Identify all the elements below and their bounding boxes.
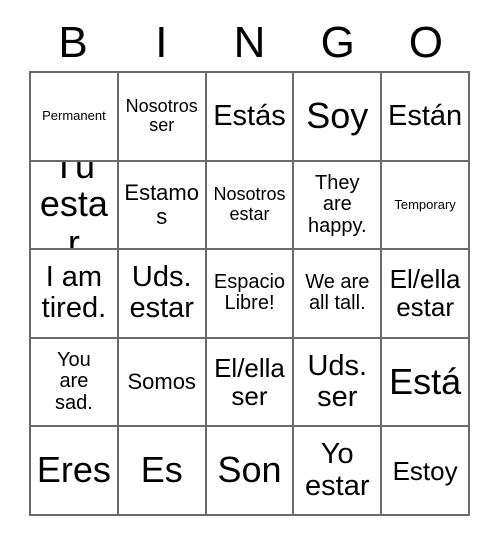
bingo-header-letter-n: N [233,17,266,67]
bingo-cell-r5-c2[interactable]: Es [118,427,207,516]
bingo-cell-r3-c5[interactable]: El/ella estar [382,250,470,339]
bingo-cell-label: Eres [36,449,111,491]
bingo-cell-label: Estoy [392,455,458,486]
bingo-header-letter-b: B [58,17,88,67]
bingo-cell-r4-c5[interactable]: Está [382,338,470,428]
bingo-cell-label: They are happy. [308,171,367,237]
bingo-cell-label: Soy [306,94,369,136]
bingo-cell-r2-c5[interactable]: Temporary [382,161,470,251]
bingo-cell-label: Uds. ser [307,349,368,414]
bingo-cell-r3-c1[interactable]: I am tired. [31,250,119,339]
bingo-cell-r5-c5[interactable]: Estoy [382,427,470,516]
bingo-cell-r3-c4[interactable]: We are all tall. [294,250,383,339]
bingo-cell-label: Uds. estar [129,261,194,325]
bingo-cell-r4-c2[interactable]: Somos [118,338,207,428]
bingo-cell-r5-c4[interactable]: Yo estar [294,427,383,516]
bingo-cell-r2-c4[interactable]: They are happy. [294,161,383,251]
bingo-cell-r5-c3[interactable]: Son [206,427,295,516]
bingo-cell-r2-c2[interactable]: Estamos [118,161,207,251]
bingo-cell-label: Están [388,99,463,132]
bingo-grid: Permanent Nosotros ser Estás Soy Están Tú est… [29,71,470,516]
bingo-cell-label: Son [217,449,282,491]
bingo-cell-label: El/ella ser [214,353,285,412]
bingo-cell-r2-c1[interactable]: Tú estar [31,161,119,251]
bingo-cell-label: Está [389,360,462,402]
bingo-cell-r2-c3[interactable]: Nosotros estar [206,161,295,251]
bingo-cell-label: Somos [127,369,196,395]
bingo-cell-label: Temporary [394,196,456,212]
bingo-cell-label: Permanent [42,108,106,124]
bingo-cell-r1-c1[interactable]: Permanent [31,73,119,162]
bingo-cell-r1-c2[interactable]: Nosotros ser [118,73,207,162]
bingo-cell-label: I am tired. [41,261,107,325]
bingo-cell-label: Tú estar [39,161,108,251]
bingo-cell-r1-c5[interactable]: Están [382,73,470,162]
bingo-cell-r3-c3[interactable]: Espacio Libre! [206,250,295,339]
bingo-cell-label: Estás [213,99,286,132]
bingo-cell-label: El/ella estar [389,264,461,323]
bingo-cell-r5-c1[interactable]: Eres [31,427,119,516]
bingo-cell-r4-c1[interactable]: You are sad. [31,338,119,428]
bingo-cell-label: Es [140,449,183,491]
bingo-header-letter-o: O [408,17,444,67]
bingo-cell-label: Espacio Libre! [213,270,286,315]
bingo-header-letter-i: I [155,17,168,67]
bingo-header-row: B I N G O [29,14,470,71]
bingo-cell-label: Yo estar [305,438,370,502]
bingo-cell-label: Estamos [124,180,199,229]
bingo-cell-label: We are all tall. [305,270,370,315]
bingo-cell-label: You are sad. [54,348,93,414]
bingo-cell-label: Nosotros ser [125,95,198,136]
bingo-header-letter-g: G [320,17,355,67]
bingo-cell-r1-c3[interactable]: Estás [206,73,295,162]
bingo-cell-r3-c2[interactable]: Uds. estar [118,250,207,339]
bingo-cell-r1-c4[interactable]: Soy [294,73,383,162]
bingo-card: B I N G O Permanent Nosotros ser Estás Soy E… [0,0,500,544]
bingo-cell-r4-c3[interactable]: El/ella ser [206,338,295,428]
bingo-cell-label: Nosotros estar [213,184,286,224]
bingo-cell-r4-c4[interactable]: Uds. ser [294,338,383,428]
